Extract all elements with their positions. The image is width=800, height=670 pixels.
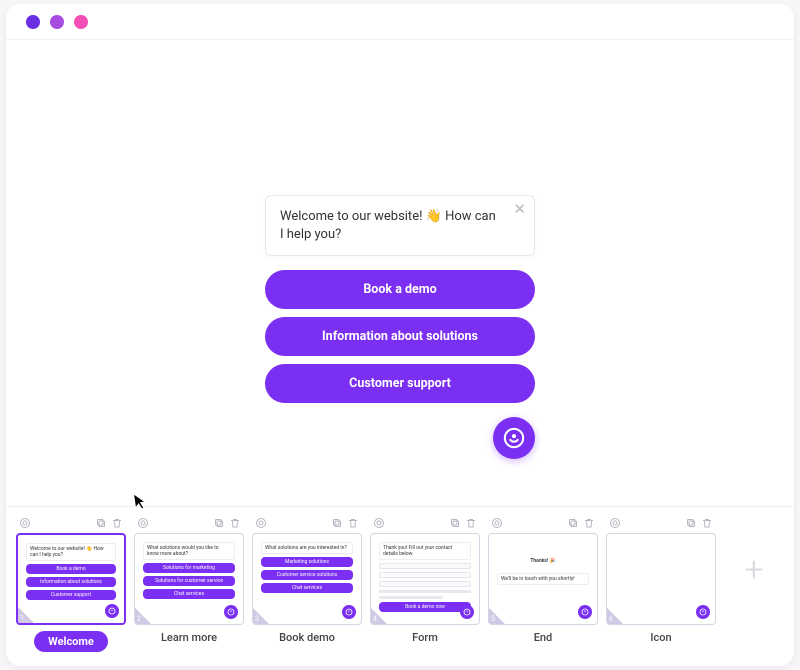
chat-option-button[interactable]: Book a demo (265, 270, 535, 309)
chat-launcher-icon (105, 604, 119, 618)
duplicate-icon[interactable] (331, 514, 343, 533)
slide-thumbnail[interactable]: Welcome to our website! 👋 How can I help… (16, 533, 126, 625)
slide-label[interactable]: Book demo (279, 631, 335, 644)
chat-option-button[interactable]: Customer support (265, 364, 535, 403)
chat-greeting-bubble: Welcome to our website! 👋 How can I help… (265, 195, 535, 256)
slide-toolbar (488, 515, 598, 531)
slide-number: 3 (253, 608, 269, 624)
slide-thumbnail[interactable]: Thank you! Fill out your contact details… (370, 533, 480, 625)
plus-icon: + (744, 550, 763, 590)
slide-toolbar (16, 515, 126, 531)
slide-number: 5 (489, 608, 505, 624)
slide-label[interactable]: Form (412, 631, 438, 644)
delete-icon[interactable] (347, 514, 359, 533)
chat-widget-preview: Welcome to our website! 👋 How can I help… (265, 195, 535, 459)
slide-toolbar (606, 515, 716, 531)
delete-icon[interactable] (583, 514, 595, 533)
slide-label[interactable]: Learn more (161, 631, 217, 644)
target-icon[interactable] (137, 514, 149, 533)
duplicate-icon[interactable] (213, 514, 225, 533)
slide-label[interactable]: Welcome (34, 631, 108, 652)
slides-timeline: Welcome to our website! 👋 How can I help… (6, 506, 794, 666)
chat-option-button[interactable]: Information about solutions (265, 317, 535, 356)
timeline-slide[interactable]: What solutions are you interested in?Mar… (252, 515, 362, 652)
target-icon[interactable] (19, 514, 31, 533)
chat-launcher-icon (578, 605, 592, 619)
slide-number: 2 (135, 608, 151, 624)
slide-toolbar (134, 515, 244, 531)
target-icon[interactable] (373, 514, 385, 533)
delete-icon[interactable] (229, 514, 241, 533)
chat-launcher-icon (342, 605, 356, 619)
delete-icon[interactable] (701, 514, 713, 533)
duplicate-icon[interactable] (567, 514, 579, 533)
delete-icon[interactable] (465, 514, 477, 533)
timeline-slide[interactable]: Welcome to our website! 👋 How can I help… (16, 515, 126, 652)
slide-thumbnail[interactable]: What solutions would you like to know mo… (134, 533, 244, 625)
window-dot (26, 15, 40, 29)
app-window: Welcome to our website! 👋 How can I help… (6, 4, 794, 666)
duplicate-icon[interactable] (449, 514, 461, 533)
close-icon[interactable]: ✕ (513, 202, 526, 217)
delete-icon[interactable] (111, 514, 123, 533)
timeline-slide[interactable]: What solutions would you like to know mo… (134, 515, 244, 652)
target-icon[interactable] (491, 514, 503, 533)
slide-toolbar (370, 515, 480, 531)
target-icon[interactable] (255, 514, 267, 533)
duplicate-icon[interactable] (685, 514, 697, 533)
slide-thumbnail[interactable]: What solutions are you interested in?Mar… (252, 533, 362, 625)
window-titlebar (6, 4, 794, 40)
timeline-slide[interactable]: 6 Icon (606, 515, 716, 652)
timeline-slide[interactable]: Thanks! 🎉We'll be in touch with you shor… (488, 515, 598, 652)
chat-launcher-icon (460, 605, 474, 619)
chat-launcher-icon[interactable] (493, 417, 535, 459)
slide-label[interactable]: End (534, 631, 553, 644)
slide-label[interactable]: Icon (650, 631, 671, 644)
duplicate-icon[interactable] (95, 514, 107, 533)
target-icon[interactable] (609, 514, 621, 533)
editor-canvas[interactable]: Welcome to our website! 👋 How can I help… (6, 40, 794, 506)
add-slide-button[interactable]: + (724, 515, 784, 625)
timeline-slide[interactable]: Thank you! Fill out your contact details… (370, 515, 480, 652)
chat-greeting-text: Welcome to our website! 👋 How can I help… (280, 209, 496, 242)
window-dot (74, 15, 88, 29)
window-dot (50, 15, 64, 29)
slide-toolbar (252, 515, 362, 531)
chat-launcher-icon (696, 605, 710, 619)
slide-thumbnail[interactable]: 6 (606, 533, 716, 625)
slide-number: 6 (607, 608, 623, 624)
slide-thumbnail[interactable]: Thanks! 🎉We'll be in touch with you shor… (488, 533, 598, 625)
chat-launcher-icon (224, 605, 238, 619)
slide-number: 1 (18, 607, 34, 623)
cursor-icon (133, 491, 150, 515)
